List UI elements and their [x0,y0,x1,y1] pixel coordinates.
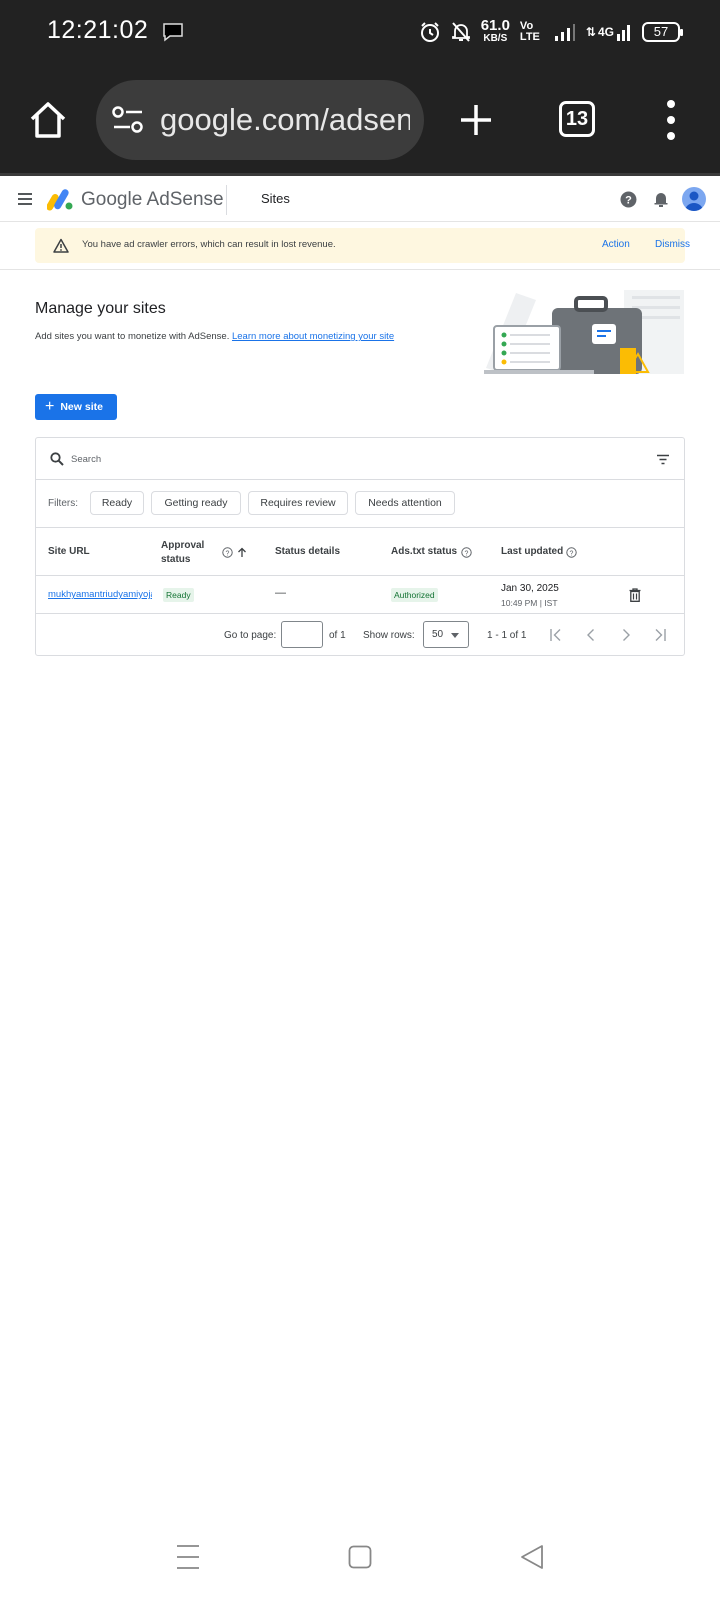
delete-icon[interactable] [629,588,641,602]
table-row: mukhyamantriudyamiyojana.com Ready — Aut… [36,576,684,614]
approval-status-badge: Ready [163,588,194,602]
nav-home-icon[interactable] [348,1544,372,1570]
page-title: Manage your sites [35,300,166,317]
user-icon [685,191,703,211]
crawler-error-alert: You have ad crawler errors, which can re… [35,228,690,263]
alert-action-button[interactable]: Action [602,239,630,250]
filters-row: Filters: Ready Getting ready Requires re… [36,480,684,528]
plus-icon: + [45,398,55,415]
last-updated-date: Jan 30, 2025 [501,583,559,594]
more-vert-icon[interactable] [662,98,680,142]
divider [0,269,720,270]
volte-indicator: Vo LTE [519,20,540,43]
system-nav-bar [0,1530,720,1600]
svg-text:?: ? [625,195,632,207]
filter-chip-getting-ready[interactable]: Getting ready [151,491,241,515]
recent-apps-icon[interactable] [176,1544,200,1570]
site-settings-icon[interactable] [112,106,144,134]
sort-arrow-up-icon[interactable] [237,547,247,558]
last-updated-time: 10:49 PM | IST [501,598,558,608]
rows-per-page-select[interactable]: 50 [423,621,469,648]
tab-switcher-button[interactable]: 13 [559,101,595,137]
svg-text:?: ? [226,550,230,557]
new-site-button[interactable]: + New site [35,394,117,420]
filter-chip-needs-attention[interactable]: Needs attention [355,491,455,515]
svg-text:?: ? [570,550,574,557]
brand-name[interactable]: Google AdSense [81,189,224,211]
network-type: ⇅ 4G [586,22,632,42]
pagination-bar: Go to page: of 1 Show rows: 50 1 - 1 of … [36,614,684,656]
home-icon[interactable] [28,100,68,140]
warning-icon [53,238,69,253]
dropdown-arrow-icon [451,633,459,638]
back-icon[interactable] [520,1544,544,1570]
col-site-url[interactable]: Site URL [48,546,90,557]
range-label: 1 - 1 of 1 [487,630,527,641]
url-bar[interactable]: google.com/adsense [96,80,424,160]
sites-illustration [484,290,684,374]
col-last-updated[interactable]: Last updated [501,546,563,557]
status-details-value: — [275,587,286,599]
adsense-logo-icon [47,189,73,211]
first-page-icon[interactable] [549,628,563,642]
help-outline-icon[interactable]: ? [461,547,472,558]
battery-icon: 57 [642,22,683,42]
section-title: Sites [261,191,290,206]
learn-more-link[interactable]: Learn more about monetizing your site [232,331,394,342]
mute-bell-icon [451,22,470,42]
show-rows-label: Show rows: [363,630,415,641]
page-count-label: of 1 [329,630,346,641]
avatar[interactable] [682,187,706,211]
chat-bubble-icon [163,23,183,42]
browser-toolbar: google.com/adsense 13 [0,64,720,176]
filter-chip-ready[interactable]: Ready [90,491,144,515]
alert-message: You have ad crawler errors, which can re… [82,239,336,250]
site-url-link[interactable]: mukhyamantriudyamiyojana.com [48,589,152,600]
svg-text:?: ? [465,550,469,557]
header-divider [226,185,227,215]
status-time: 12:21:02 [47,16,149,44]
filters-label: Filters: [48,498,78,509]
col-approval-status[interactable]: Approval status [161,539,213,567]
new-site-label: New site [60,401,103,413]
col-status-details[interactable]: Status details [275,546,340,557]
adsense-header: Google AdSense Sites ? [0,179,720,222]
search-row [36,438,684,480]
status-bar: 12:21:02 61.0 KB/S Vo LTE ⇅ 4G 57 [0,0,720,64]
status-icons: 61.0 KB/S Vo LTE ⇅ 4G 57 [419,14,683,50]
alert-dismiss-button[interactable]: Dismiss [655,239,690,250]
search-icon [50,452,64,466]
url-text[interactable]: google.com/adsense [160,102,410,138]
next-page-icon[interactable] [619,628,633,642]
ads-txt-status-badge: Authorized [391,588,438,602]
menu-icon[interactable] [17,192,33,206]
rows-per-page-value: 50 [432,629,444,640]
go-to-page-label: Go to page: [224,630,277,641]
filter-chip-requires-review[interactable]: Requires review [248,491,348,515]
last-page-icon[interactable] [653,628,667,642]
previous-page-icon[interactable] [584,628,598,642]
help-outline-icon[interactable]: ? [222,547,233,558]
help-outline-icon[interactable]: ? [566,547,577,558]
page-description: Add sites you want to monetize with AdSe… [35,331,395,342]
notifications-icon[interactable] [653,190,669,208]
search-input[interactable] [71,448,631,470]
sites-table-card: Filters: Ready Getting ready Requires re… [35,437,685,656]
help-icon[interactable]: ? [620,191,637,208]
alarm-icon [420,22,439,42]
signal-icon-2 [617,25,630,41]
net-speed: 61.0 KB/S [480,17,510,44]
col-ads-txt-status[interactable]: Ads.txt status [391,546,457,557]
filter-list-icon[interactable] [656,454,670,465]
new-tab-icon[interactable] [456,100,496,140]
page-number-input[interactable] [281,621,323,648]
table-header: Site URL Approval status ? Status detail… [36,528,684,576]
signal-icon [554,24,575,41]
